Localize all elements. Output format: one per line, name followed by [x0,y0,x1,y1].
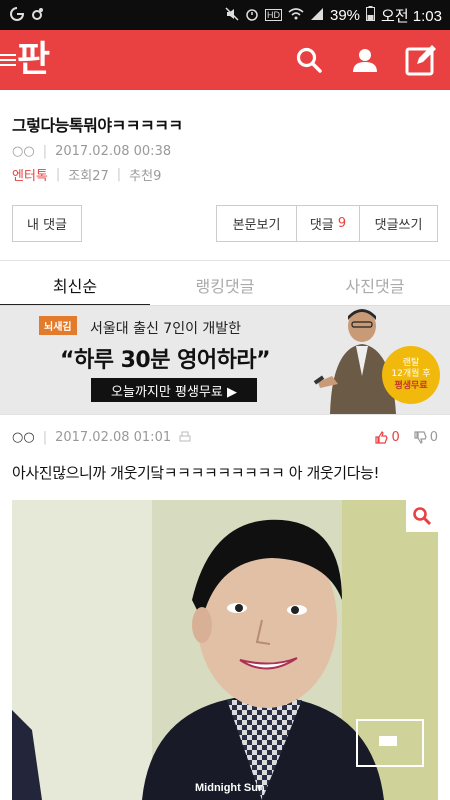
photo-watermark: Midnight Sun [195,782,265,794]
sync-notification-icon [30,7,44,24]
comment-datetime: 2017.02.08 01:01 [55,429,172,445]
ad-headline: “하루 30분 영어하라” [60,348,271,373]
section-divider [0,260,450,261]
status-bar: HD 39% 오전 1:03 [0,0,450,30]
clock: 오전 1:03 [381,7,442,25]
post-title: 그렇다능톡뭐야ㅋㅋㅋㅋㅋ [12,116,183,135]
battery-percent: 39% [330,6,361,24]
print-icon[interactable] [179,431,191,443]
post-category[interactable]: 엔터톡 [12,165,48,184]
write-comment-button[interactable]: 댓글쓰기 [359,205,438,242]
tab-photo[interactable]: 사진댓글 [300,262,450,306]
magnifier-icon [413,507,432,526]
comment-text: 아사진많으니까 개웃기닼ㅋㅋㅋㅋㅋㅋㅋㅋㅋ 아 개웃기다능! [12,464,380,482]
post-action-buttons: 내 댓글 본문보기 댓글 9 댓글쓰기 [12,205,438,242]
like-button[interactable]: 0 [375,429,400,445]
my-comments-button[interactable]: 내 댓글 [12,205,82,242]
comment-author[interactable]: ○○ [12,430,35,445]
tab-latest[interactable]: 최신순 [0,262,150,306]
ad-banner[interactable]: 뇌새김 서울대 출신 7인이 개발한 “하루 30분 영어하라” 오늘까지만 평… [0,306,450,414]
battery-icon [366,6,376,24]
status-left [10,6,44,24]
tab-ranking[interactable]: 랭킹댓글 [150,262,300,306]
pann-logo: 판 [17,39,50,80]
post-button-group: 본문보기 댓글 9 댓글쓰기 [216,205,438,242]
profile-button[interactable] [348,43,382,77]
post-recommend: 추천9 [129,169,162,184]
like-count: 0 [391,429,400,445]
status-right: HD 39% 오전 1:03 [225,5,442,26]
comment-meta: ○○ | 2017.02.08 01:01 0 0 [12,429,438,445]
thumbs-up-icon [375,430,389,444]
comment-sort-tabs: 최신순 랭킹댓글 사진댓글 [0,262,450,306]
ad-line1: 서울대 출신 7인이 개발한 [90,321,242,337]
comment-photo[interactable] [12,500,438,800]
write-button[interactable] [404,43,438,77]
search-icon [296,47,322,73]
home-logo-button[interactable]: 판 [0,39,50,80]
dislike-button[interactable]: 0 [414,430,438,445]
menu-icon[interactable] [0,54,16,66]
ad-divider [0,414,450,415]
post-stats: 엔터톡 | 조회27 | 추천9 [12,165,162,184]
wifi-icon [288,7,304,24]
signal-icon [310,7,324,24]
mute-icon [225,6,239,24]
comments-button[interactable]: 댓글 9 [296,205,359,242]
zoom-button[interactable] [406,500,438,532]
app-notification-icon [10,6,25,24]
user-icon [353,49,377,72]
post-author[interactable]: ○○ [12,144,35,159]
hd-icon: HD [265,9,282,21]
compose-icon [405,45,436,76]
ad-badge: 랜탈 12개월 후 평생무료 [382,346,440,404]
post-meta: ○○ | 2017.02.08 00:38 [12,144,172,159]
alarm-icon [245,7,259,24]
header-actions [292,43,438,77]
ad-cta[interactable]: 오늘까지만 평생무료 ▶ [91,378,257,402]
dislike-count: 0 [429,429,438,445]
comment-count: 9 [337,216,347,231]
ad-brand: 뇌새김 [39,316,77,335]
post-datetime: 2017.02.08 00:38 [55,144,172,159]
thumbs-down-icon [414,430,427,444]
view-post-button[interactable]: 본문보기 [216,205,296,242]
search-button[interactable] [292,43,326,77]
app-header: 판 [0,30,450,90]
comment-item: ○○ | 2017.02.08 01:01 0 0 아사진많으니까 개웃기닼ㅋㅋ… [12,426,438,483]
post-views: 조회27 [68,169,109,184]
